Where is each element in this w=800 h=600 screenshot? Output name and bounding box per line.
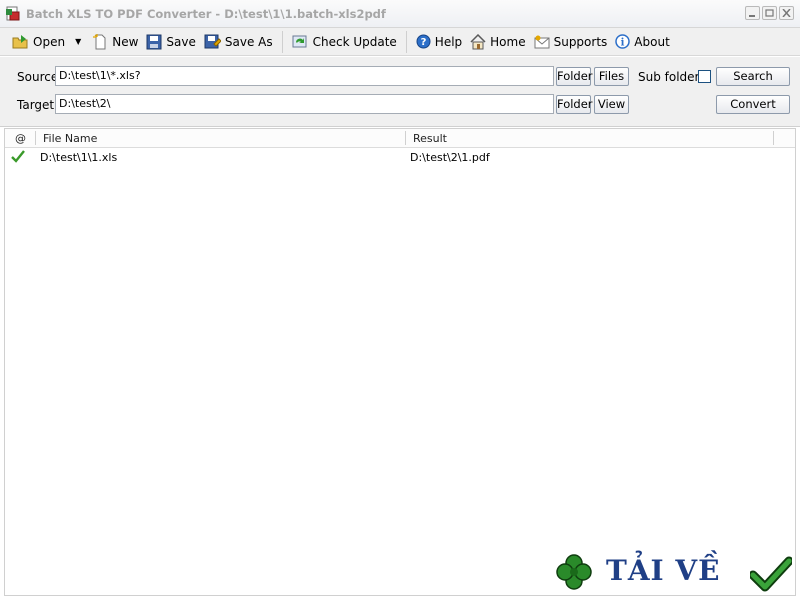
big-check-icon (750, 556, 792, 592)
source-label: Source (17, 70, 59, 84)
save-button[interactable]: Save (142, 31, 199, 53)
row-file-name: D:\test\1\1.xls (40, 151, 118, 164)
open-button[interactable]: Open (8, 31, 69, 53)
check-update-button[interactable]: Check Update (288, 31, 401, 53)
maximize-icon (765, 9, 774, 17)
help-button[interactable]: ? Help (412, 31, 466, 53)
row-result: D:\test\2\1.pdf (410, 151, 490, 164)
save-as-button[interactable]: Save As (200, 31, 277, 53)
watermark-logo: TẢI VỀ (552, 548, 796, 596)
home-label: Home (490, 34, 526, 49)
paths-panel: Source D:\test\1\*.xls? Folder Files Sub… (0, 57, 800, 127)
subfolders-checkbox[interactable] (698, 70, 711, 83)
info-icon: i (615, 34, 631, 49)
source-files-button[interactable]: Files (594, 67, 629, 86)
search-button[interactable]: Search (716, 67, 790, 86)
file-list[interactable]: @ File Name Result D:\test\1\1.xls D:\te… (4, 128, 796, 596)
help-icon: ? (416, 34, 431, 49)
list-header: @ File Name Result (5, 129, 795, 148)
supports-button[interactable]: Supports (530, 31, 612, 53)
minimize-icon (749, 15, 755, 17)
target-input[interactable]: D:\test\2\ (55, 94, 554, 114)
about-label: About (634, 34, 670, 49)
save-label: Save (166, 34, 196, 49)
home-icon (470, 33, 486, 49)
success-check-icon (11, 150, 25, 163)
new-label: New (112, 34, 139, 49)
title-bar: Batch XLS TO PDF Converter - D:\test\1\1… (0, 0, 800, 28)
about-button[interactable]: i About (611, 31, 673, 53)
home-button[interactable]: Home (466, 31, 529, 53)
open-folder-icon (12, 34, 28, 48)
column-header-status[interactable]: @ (15, 132, 26, 145)
subfolders-label: Sub folders (638, 70, 706, 84)
column-header-result[interactable]: Result (413, 132, 447, 145)
convert-button[interactable]: Convert (716, 95, 790, 114)
column-header-file-name[interactable]: File Name (43, 132, 97, 145)
close-icon (782, 9, 791, 17)
column-divider[interactable] (35, 131, 36, 145)
svg-text:i: i (621, 38, 625, 49)
supports-label: Supports (553, 34, 608, 49)
source-input[interactable]: D:\test\1\*.xls? (55, 66, 554, 86)
save-as-icon (204, 34, 221, 48)
check-update-label: Check Update (312, 34, 397, 49)
target-view-button[interactable]: View (594, 95, 629, 114)
watermark-text: TẢI VỀ (606, 554, 721, 587)
open-label: Open (33, 34, 66, 49)
toolbar: Open ▼ New Save Save As Check Update ? H… (0, 28, 800, 56)
new-button[interactable]: New (89, 31, 142, 53)
table-row[interactable]: D:\test\1\1.xls D:\test\2\1.pdf (5, 149, 795, 166)
close-button[interactable] (779, 6, 794, 20)
save-icon (146, 34, 162, 49)
save-as-label: Save As (224, 34, 273, 49)
target-folder-button[interactable]: Folder (556, 95, 593, 114)
help-label: Help (434, 34, 463, 49)
window-title: Batch XLS TO PDF Converter - D:\test\1\1… (26, 7, 386, 21)
toolbar-separator (281, 30, 283, 53)
column-divider[interactable] (773, 131, 774, 145)
column-divider[interactable] (405, 131, 406, 145)
open-dropdown-arrow-icon[interactable]: ▼ (75, 37, 81, 46)
mail-icon (534, 35, 550, 48)
minimize-button[interactable] (745, 6, 760, 20)
new-document-icon (93, 33, 106, 49)
maximize-button[interactable] (762, 6, 777, 20)
source-folder-button[interactable]: Folder (556, 67, 593, 86)
target-label: Target (17, 98, 55, 112)
check-update-icon (292, 35, 307, 47)
svg-text:?: ? (420, 37, 426, 48)
app-icon (6, 6, 20, 21)
toolbar-separator (405, 30, 407, 53)
